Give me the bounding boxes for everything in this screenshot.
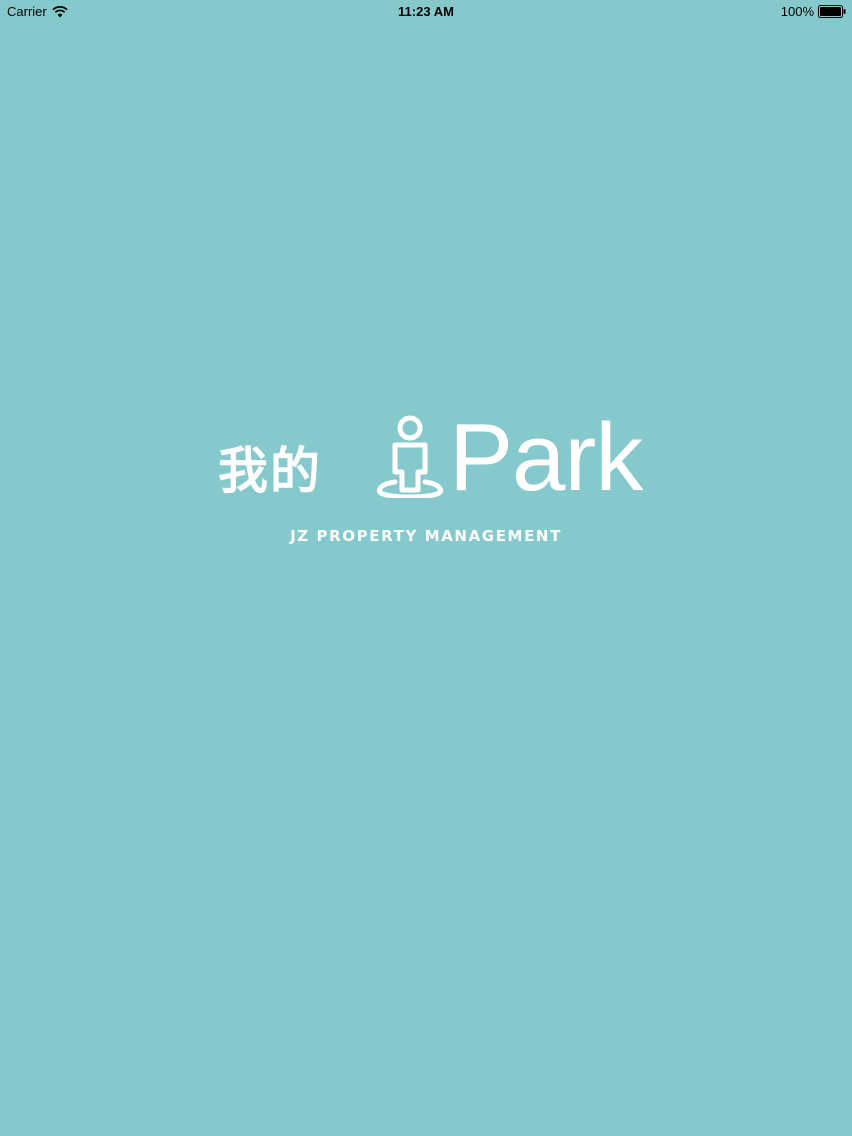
logo-tagline: JZ PROPERTY MANAGEMENT bbox=[290, 527, 562, 545]
logo-park-text: Park bbox=[449, 404, 643, 511]
app-logo: 我的 Park JZ PROPERTY MANAGEMENT bbox=[0, 0, 852, 1136]
splash-screen: Carrier 11:23 AM 100% 我的 Park JZ PROPERT… bbox=[0, 0, 852, 1136]
logo-chinese-text: 我的 bbox=[218, 442, 322, 500]
person-on-pin-icon bbox=[373, 414, 449, 503]
